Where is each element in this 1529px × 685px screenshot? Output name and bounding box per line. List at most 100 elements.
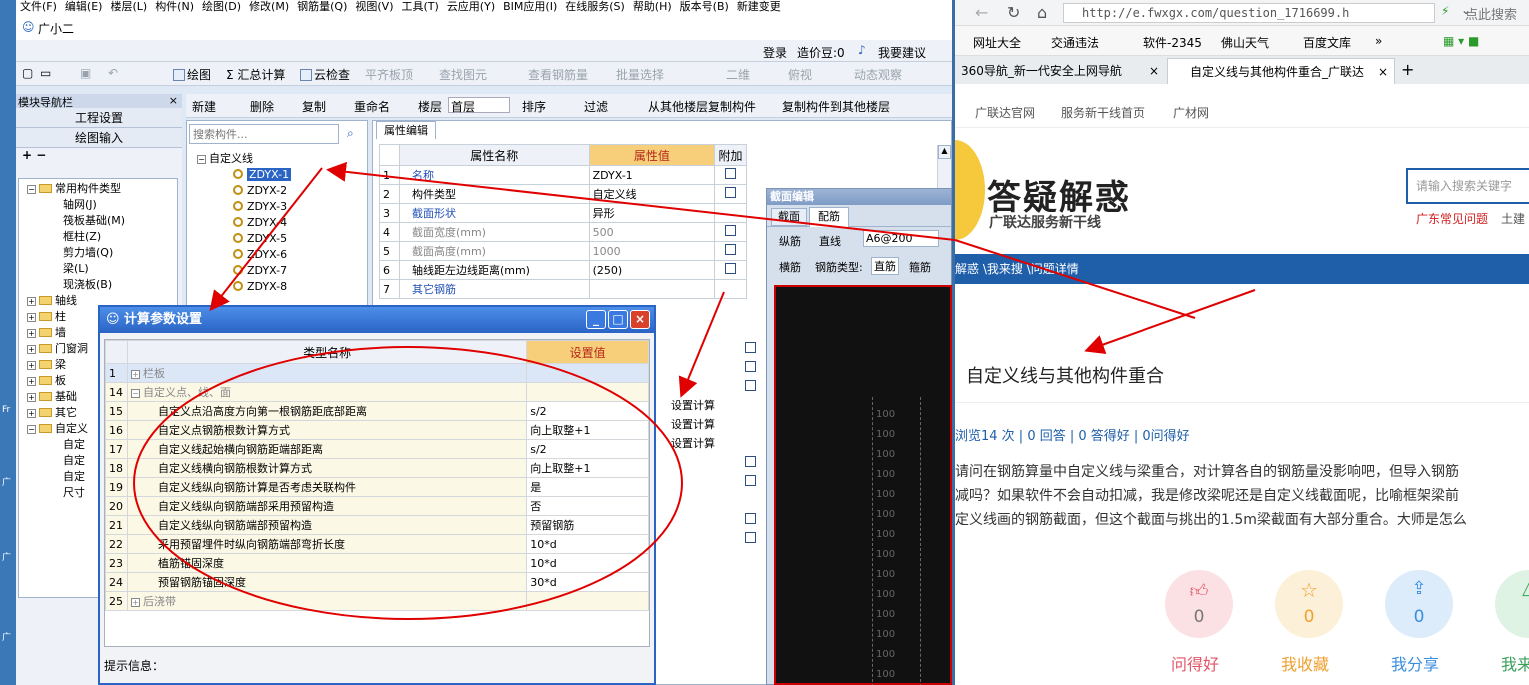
copy-button[interactable]: 复制 [302, 98, 326, 115]
param-row[interactable]: 23 植筋锚固深度 10*d [105, 553, 649, 573]
tree-item-column[interactable]: 框柱(Z) [63, 229, 101, 245]
tree-node[interactable]: − 常用构件类型 [27, 181, 121, 197]
checkbox[interactable] [725, 263, 737, 274]
checkbox[interactable] [745, 342, 756, 353]
open-folder-icon[interactable]: ▭ [40, 66, 51, 80]
set-calc-link[interactable]: 设置计算 [671, 416, 715, 432]
site-link[interactable]: 广材网 [1173, 104, 1209, 121]
tree-node[interactable]: − 自定义 [27, 421, 88, 437]
tree-item-shearwall[interactable]: 剪力墙(Q) [63, 245, 113, 261]
tree-node[interactable]: + 梁 [27, 357, 66, 373]
menu-online[interactable]: 在线服务(S) [561, 0, 629, 18]
bookmark-item[interactable]: 百度文库 [1303, 34, 1351, 51]
param-row[interactable]: 25 + 后浇带 [105, 591, 649, 611]
tree-item-custom-face[interactable]: 自定 [63, 469, 85, 485]
filter-button[interactable]: 过滤 [584, 98, 608, 115]
menu-tools[interactable]: 工具(T) [398, 0, 443, 18]
param-row[interactable]: 21 自定义线纵向钢筋端部预留构造 预留钢筋 [105, 515, 649, 535]
new-component-button[interactable]: 新建 [192, 98, 216, 115]
tree-item-axis[interactable]: 轴网(J) [63, 197, 97, 213]
tab-360-nav[interactable]: 360导航_新一代安全上网导航 × [955, 58, 1165, 84]
draw-button[interactable]: 绘图 [173, 66, 211, 83]
component-item[interactable]: ZDYX-8 [233, 279, 287, 295]
checkbox[interactable] [725, 225, 737, 236]
menu-new-change[interactable]: 新建变更 [733, 0, 785, 18]
delete-button[interactable]: 删除 [250, 98, 274, 115]
apps-icon[interactable]: ▦ ▾ ■ [1443, 34, 1479, 48]
set-calc-link[interactable]: 设置计算 [671, 435, 715, 451]
component-item[interactable]: ZDYX-4 [233, 215, 287, 231]
share-label[interactable]: 我分享 [1391, 651, 1439, 675]
menu-help[interactable]: 帮助(H) [629, 0, 676, 18]
breadcrumb[interactable]: 解惑 \我来搜 \问题详情 [955, 254, 1529, 284]
tree-item-custom-line[interactable]: 自定 [63, 453, 85, 469]
checkbox[interactable] [745, 456, 756, 467]
tree-item-beam[interactable]: 梁(L) [63, 261, 89, 277]
menu-file[interactable]: 文件(F) [16, 0, 61, 18]
sort-button[interactable]: 排序 [522, 98, 546, 115]
expand-collapse-icons[interactable]: + − [16, 148, 182, 170]
find-element-button[interactable]: 查找图元 [439, 66, 487, 83]
menu-modify[interactable]: 修改(M) [245, 0, 293, 18]
summary-calc-button[interactable]: Σ 汇总计算 [226, 66, 285, 83]
property-row[interactable]: 7 其它钢筋 [379, 279, 747, 299]
assistant-icon[interactable]: ☺ [22, 20, 35, 34]
menu-component[interactable]: 构件(N) [151, 0, 198, 18]
home-icon[interactable]: ⌂ [1037, 3, 1047, 22]
answer-label[interactable]: 我来 [1501, 651, 1529, 675]
param-row[interactable]: 14− 自定义点、线、面 [105, 382, 649, 402]
favorite-button[interactable]: ☆ 0 [1275, 570, 1343, 638]
component-search-input[interactable] [189, 124, 339, 144]
bookmark-item[interactable]: 佛山天气 [1221, 34, 1269, 51]
menu-bim[interactable]: BIM应用(I) [499, 0, 561, 18]
hot-link[interactable]: 广东常见问题 [1416, 210, 1488, 227]
tab-section[interactable]: 截面 [771, 208, 807, 226]
tree-root[interactable]: − 自定义线 [197, 151, 253, 167]
search-icon[interactable]: ⌕ [347, 126, 354, 141]
lightning-icon[interactable]: ⚡ [1441, 4, 1449, 18]
param-row[interactable]: 20 自定义线纵向钢筋端部采用预留构造否 [105, 496, 649, 516]
close-tab-icon[interactable]: × [1378, 59, 1388, 84]
like-label[interactable]: 问得好 [1171, 651, 1219, 675]
tree-node[interactable]: + 墙 [27, 325, 66, 341]
site-link[interactable]: 服务新干线首页 [1061, 104, 1145, 121]
checkbox[interactable] [745, 513, 756, 524]
like-question-button[interactable]: 👍︎ 0 [1165, 570, 1233, 638]
tree-item-dimension[interactable]: 尺寸 [63, 485, 85, 501]
bookmark-item[interactable]: 交通违法 [1051, 34, 1099, 51]
straight-bar-button[interactable]: 直筋 [871, 257, 899, 275]
checkbox[interactable] [745, 380, 756, 391]
property-row[interactable]: 2 构件类型 自定义线 [379, 184, 747, 204]
close-icon[interactable]: × [169, 94, 178, 107]
rename-button[interactable]: 重命名 [354, 98, 390, 115]
tree-node[interactable]: + 轴线 [27, 293, 77, 309]
close-button[interactable]: × [630, 310, 650, 329]
checkbox[interactable] [745, 475, 756, 486]
menu-rebar[interactable]: 钢筋量(Q) [293, 0, 351, 18]
view-2d-select[interactable]: 二维 [726, 66, 750, 83]
component-item[interactable]: ZDYX-2 [233, 183, 287, 199]
checkbox[interactable] [745, 361, 756, 372]
favorite-label[interactable]: 我收藏 [1281, 651, 1329, 675]
tab-reinforcement[interactable]: 配筋 [809, 207, 849, 227]
menu-floor[interactable]: 楼层(L) [106, 0, 151, 18]
share-button[interactable]: ⇪ 0 [1385, 570, 1453, 638]
rebar-spec-select[interactable]: A6@200 [863, 230, 939, 247]
tree-node[interactable]: + 板 [27, 373, 66, 389]
minimize-button[interactable]: _ [586, 310, 606, 329]
tree-item-slab[interactable]: 现浇板(B) [63, 277, 112, 293]
menu-edit[interactable]: 编辑(E) [61, 0, 107, 18]
property-row[interactable]: 3 截面形状 异形 [379, 203, 747, 223]
new-tab-icon[interactable]: + [1401, 60, 1414, 79]
back-icon[interactable]: ← [975, 3, 988, 22]
menu-version[interactable]: 版本号(B) [676, 0, 733, 18]
param-row[interactable]: 15 自定义点沿高度方向第一根钢筋距底部距离 s/2 [105, 401, 649, 421]
tree-node[interactable]: + 其它 [27, 405, 77, 421]
undo-icon[interactable]: ↶ [108, 66, 118, 80]
tree-node[interactable]: + 门窗洞 [27, 341, 88, 357]
param-row[interactable]: 18 自定义线横向钢筋根数计算方式 向上取整+1 [105, 458, 649, 478]
copy-from-floor-button[interactable]: 从其他楼层复制构件 [648, 98, 756, 115]
tree-node[interactable]: + 柱 [27, 309, 66, 325]
tab-question[interactable]: 自定义线与其他构件重合_广联达 × [1167, 58, 1395, 84]
address-bar[interactable]: http://e.fwxgx.com/question_1716699.h [1063, 3, 1435, 23]
